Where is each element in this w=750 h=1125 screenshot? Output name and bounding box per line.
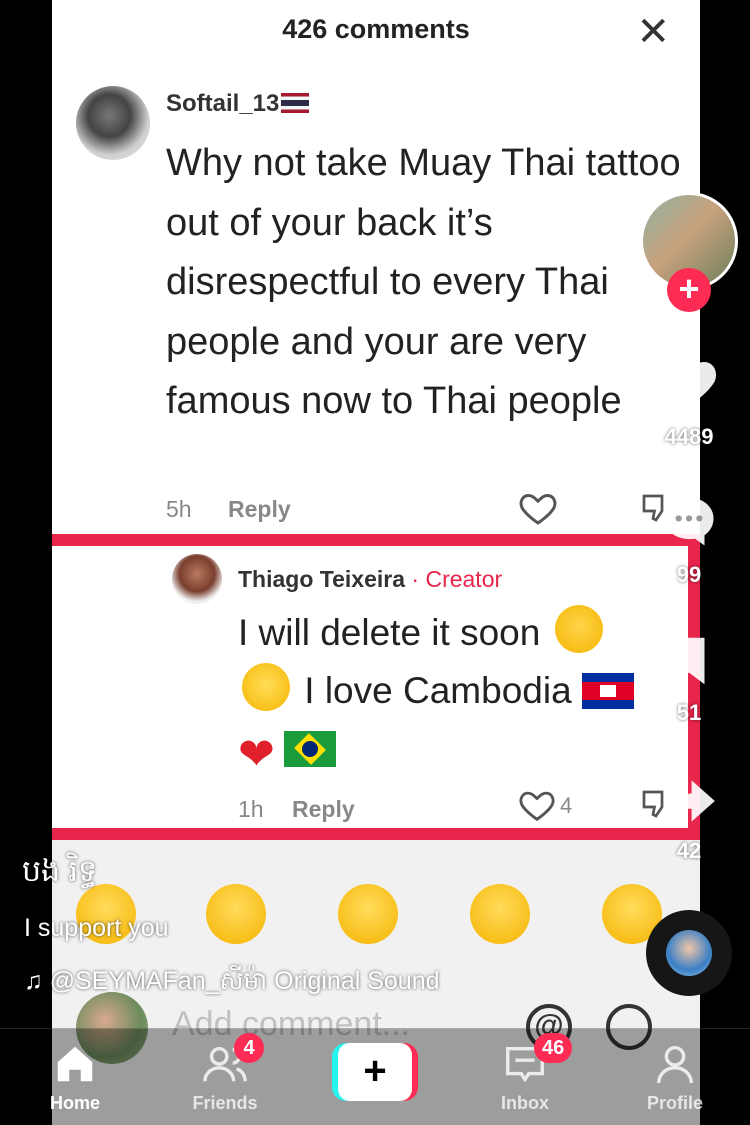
nav-home-label: Home xyxy=(49,1093,100,1113)
comment-time: 5h xyxy=(166,496,192,522)
reply-time: 1h xyxy=(238,796,264,822)
heart-outline-icon xyxy=(519,493,557,525)
smile-emoji-icon xyxy=(242,663,290,711)
comment-text: Why not take Muay Thai tattoo out of you… xyxy=(166,142,681,422)
plus-icon: + xyxy=(338,1043,412,1101)
heart-outline-icon xyxy=(519,791,555,821)
save-count: 51 xyxy=(676,700,702,725)
nav-inbox-label: Inbox xyxy=(501,1093,549,1113)
bottom-nav: Home 4 Friends + 46 Inbox Profile xyxy=(0,1028,750,1125)
profile-icon xyxy=(656,1045,694,1084)
video-description: I support you xyxy=(24,914,169,942)
nav-friends[interactable]: 4 Friends xyxy=(150,1029,300,1125)
share-count: 42 xyxy=(676,838,702,863)
inbox-badge: 46 xyxy=(534,1033,573,1063)
nav-create[interactable]: + xyxy=(300,1029,450,1125)
comments-count-title: 426 comments xyxy=(282,14,470,44)
play-icon xyxy=(334,412,414,504)
share-arrow-icon[interactable] xyxy=(654,770,724,832)
smirk-emoji-icon xyxy=(554,605,603,653)
home-icon xyxy=(57,1046,93,1082)
creator-avatar xyxy=(172,554,222,604)
comment-bubble-icon[interactable] xyxy=(654,490,724,552)
reply-reply-label: Reply xyxy=(292,796,355,822)
like-count: 4489 xyxy=(664,424,714,449)
creator-tag: · Creator xyxy=(405,566,503,592)
follow-button[interactable]: + xyxy=(667,268,711,312)
nav-profile-label: Profile xyxy=(646,1093,703,1113)
comment-count: 99 xyxy=(676,562,702,587)
sound-label[interactable]: ♫ @SEYMAFan_សីម៉ា Original Sound xyxy=(24,966,440,1002)
cambodia-flag-icon xyxy=(581,673,634,709)
music-disc-cover xyxy=(666,930,712,976)
love-emoji-icon xyxy=(206,884,266,944)
commenter-username: Softail_13 xyxy=(166,90,310,118)
nav-profile[interactable]: Profile xyxy=(600,1029,750,1125)
thai-flag-icon xyxy=(281,93,310,113)
creator-reply-text: I will delete it soon I love Cambodia ❤ xyxy=(238,604,688,778)
laugh-emoji-icon xyxy=(338,884,398,944)
reply-like-count: 4 xyxy=(560,793,573,818)
create-button[interactable]: + xyxy=(332,1043,418,1101)
bookmark-icon[interactable] xyxy=(654,630,724,692)
red-heart-icon: ❤ xyxy=(238,730,275,779)
nav-inbox[interactable]: 46 Inbox xyxy=(450,1029,600,1125)
video-frame[interactable]: 426 comments ✕ Softail_13 Why not take M… xyxy=(52,0,700,1125)
comment-reply-label: Reply xyxy=(228,496,291,522)
creator-username: Thiago Teixeira · Creator xyxy=(238,566,503,592)
like-heart-icon[interactable] xyxy=(654,350,724,414)
nav-friends-label: Friends xyxy=(192,1093,258,1113)
flushed-emoji-icon xyxy=(470,884,530,944)
friends-badge: 4 xyxy=(234,1033,264,1063)
nav-home[interactable]: Home xyxy=(0,1029,150,1125)
commenter-avatar xyxy=(76,86,150,160)
video-author[interactable]: បង រិទ្ធ xyxy=(22,852,97,896)
brazil-flag-icon xyxy=(284,731,336,767)
close-icon: ✕ xyxy=(636,10,670,54)
